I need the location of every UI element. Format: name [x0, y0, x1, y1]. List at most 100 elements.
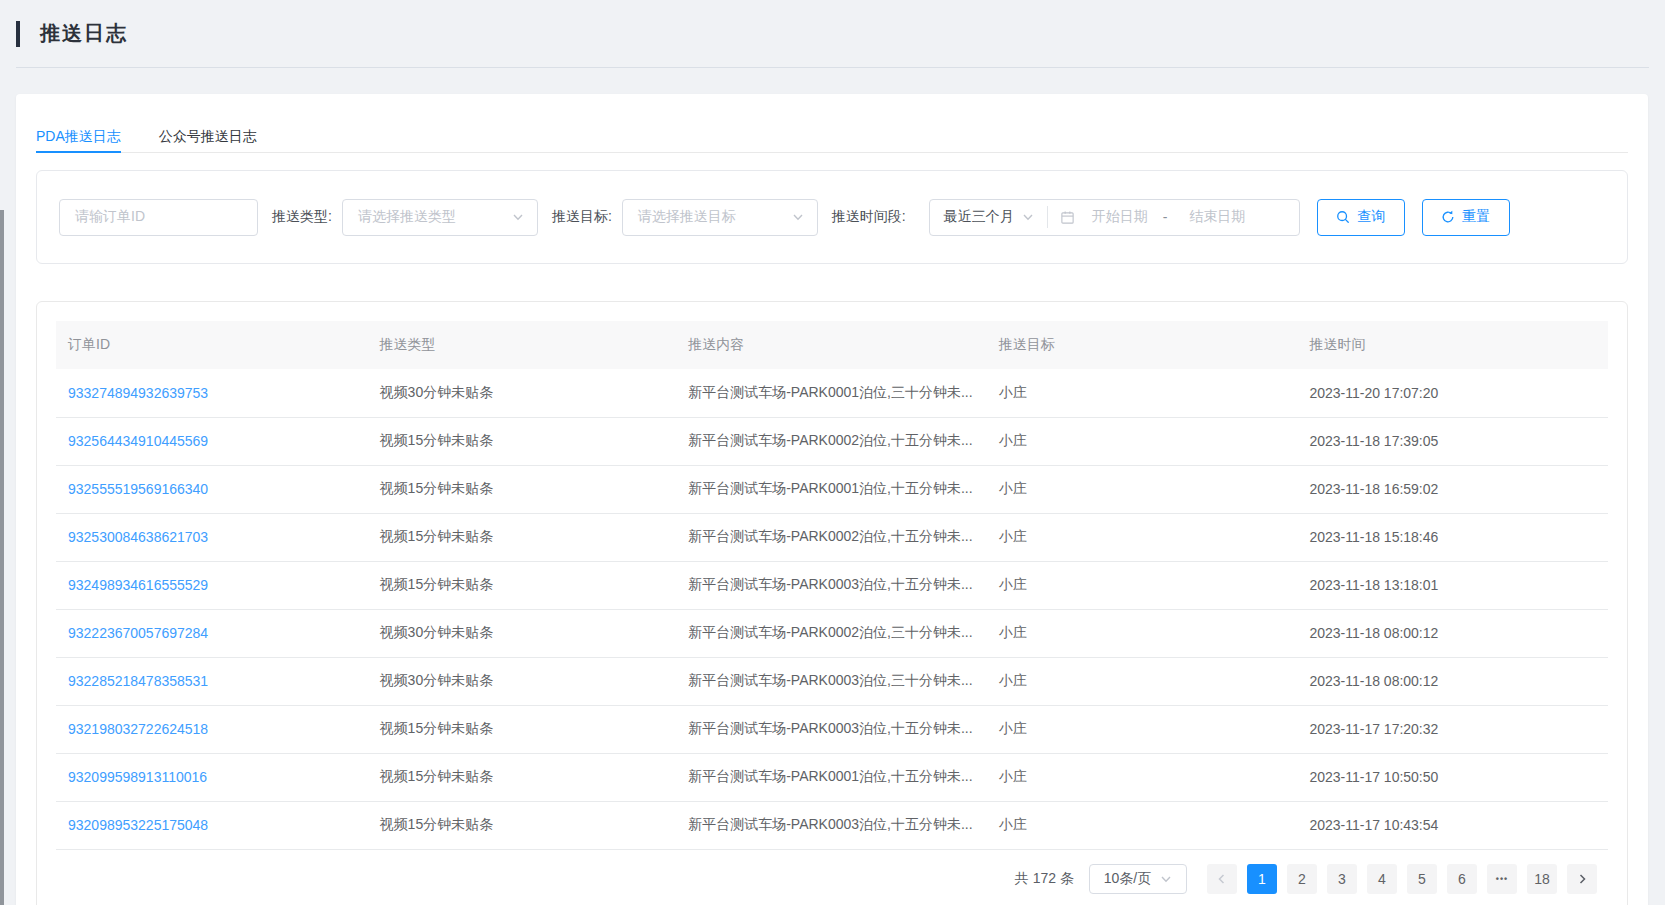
range-separator: -: [1163, 209, 1168, 225]
push-time-range-picker[interactable]: 最近三个月 开始日期 - 结束日期: [929, 199, 1300, 236]
cell-content: 新平台测试车场-PARK0002泊位,三十分钟未...: [676, 609, 987, 657]
page-size-select[interactable]: 10条/页: [1089, 864, 1187, 894]
cell-type: 视频15分钟未贴条: [368, 417, 677, 465]
order-id-link[interactable]: 932198032722624518: [56, 705, 368, 753]
table-row: 932198032722624518视频15分钟未贴条新平台测试车场-PARK0…: [56, 705, 1608, 753]
cell-type: 视频15分钟未贴条: [368, 465, 677, 513]
chevron-left-icon: [1216, 873, 1228, 885]
cell-target: 小庄: [987, 753, 1298, 801]
push-log-table: 订单ID推送类型推送内容推送目标推送时间 933274894932639753视…: [56, 321, 1608, 850]
table-row: 932099598913110016视频15分钟未贴条新平台测试车场-PARK0…: [56, 753, 1608, 801]
cell-time: 2023-11-18 08:00:12: [1297, 657, 1608, 705]
collapsed-sidebar-edge: [0, 210, 4, 905]
chevron-down-icon: [792, 211, 804, 223]
push-target-label: 推送目标:: [552, 208, 612, 226]
reset-button[interactable]: 重置: [1422, 199, 1510, 236]
cell-time: 2023-11-18 15:18:46: [1297, 513, 1608, 561]
push-time-range-label: 推送时间段:: [832, 208, 906, 226]
page-title: 推送日志: [40, 20, 128, 47]
end-date-placeholder[interactable]: 结束日期: [1189, 208, 1245, 226]
cell-target: 小庄: [987, 465, 1298, 513]
divider: [1047, 206, 1048, 228]
order-id-input[interactable]: 请输订单ID: [59, 199, 258, 236]
title-marker: [16, 21, 20, 47]
time-preset-value[interactable]: 最近三个月: [944, 208, 1014, 226]
filter-panel: 请输订单ID 推送类型: 请选择推送类型 推送目标: 请选择推送目标 推送时间段…: [36, 170, 1628, 264]
cell-target: 小庄: [987, 657, 1298, 705]
order-id-link[interactable]: 932098953225175048: [56, 801, 368, 849]
tab-bar: PDA推送日志 公众号推送日志: [36, 94, 1628, 153]
column-header: 推送目标: [987, 321, 1298, 369]
column-header: 推送类型: [368, 321, 677, 369]
table-row: 932098953225175048视频15分钟未贴条新平台测试车场-PARK0…: [56, 801, 1608, 849]
cell-target: 小庄: [987, 513, 1298, 561]
push-target-placeholder: 请选择推送目标: [638, 208, 736, 226]
chevron-right-icon: [1576, 873, 1588, 885]
cell-time: 2023-11-17 17:20:32: [1297, 705, 1608, 753]
page-button-1[interactable]: 1: [1247, 864, 1277, 894]
cell-content: 新平台测试车场-PARK0001泊位,三十分钟未...: [676, 369, 987, 417]
tab-pda-push-log[interactable]: PDA推送日志: [36, 127, 121, 153]
table-row: 932564434910445569视频15分钟未贴条新平台测试车场-PARK0…: [56, 417, 1608, 465]
order-id-link[interactable]: 932564434910445569: [56, 417, 368, 465]
cell-type: 视频15分钟未贴条: [368, 801, 677, 849]
cell-type: 视频15分钟未贴条: [368, 561, 677, 609]
page-button-2[interactable]: 2: [1287, 864, 1317, 894]
cell-type: 视频15分钟未贴条: [368, 513, 677, 561]
table-row: 932555519569166340视频15分钟未贴条新平台测试车场-PARK0…: [56, 465, 1608, 513]
order-id-link[interactable]: 932498934616555529: [56, 561, 368, 609]
order-id-link[interactable]: 932099598913110016: [56, 753, 368, 801]
order-id-link[interactable]: 933274894932639753: [56, 369, 368, 417]
cell-content: 新平台测试车场-PARK0002泊位,十五分钟未...: [676, 513, 987, 561]
chevron-down-icon: [1160, 873, 1172, 885]
order-id-link[interactable]: 932223670057697284: [56, 609, 368, 657]
cell-target: 小庄: [987, 369, 1298, 417]
page-size-value: 10条/页: [1104, 870, 1151, 888]
search-icon: [1336, 210, 1350, 224]
cell-target: 小庄: [987, 801, 1298, 849]
page-button-18[interactable]: 18: [1527, 864, 1557, 894]
cell-time: 2023-11-18 16:59:02: [1297, 465, 1608, 513]
cell-content: 新平台测试车场-PARK0002泊位,十五分钟未...: [676, 417, 987, 465]
order-id-link[interactable]: 932555519569166340: [56, 465, 368, 513]
cell-target: 小庄: [987, 609, 1298, 657]
page-ellipsis[interactable]: •••: [1487, 864, 1517, 894]
page-header: 推送日志: [16, 0, 1649, 68]
push-target-select[interactable]: 请选择推送目标: [622, 199, 818, 236]
table-container: 订单ID推送类型推送内容推送目标推送时间 933274894932639753视…: [36, 301, 1628, 905]
prev-page-button[interactable]: [1207, 864, 1237, 894]
total-count: 共 172 条: [1015, 870, 1074, 888]
reset-button-label: 重置: [1462, 208, 1490, 226]
table-header-row: 订单ID推送类型推送内容推送目标推送时间: [56, 321, 1608, 369]
column-header: 推送时间: [1297, 321, 1608, 369]
start-date-placeholder[interactable]: 开始日期: [1092, 208, 1148, 226]
tab-wechat-push-log[interactable]: 公众号推送日志: [159, 127, 257, 152]
cell-content: 新平台测试车场-PARK0003泊位,三十分钟未...: [676, 657, 987, 705]
cell-content: 新平台测试车场-PARK0003泊位,十五分钟未...: [676, 801, 987, 849]
page-button-6[interactable]: 6: [1447, 864, 1477, 894]
page-button-3[interactable]: 3: [1327, 864, 1357, 894]
cell-content: 新平台测试车场-PARK0001泊位,十五分钟未...: [676, 753, 987, 801]
cell-time: 2023-11-17 10:43:54: [1297, 801, 1608, 849]
order-id-link[interactable]: 932530084638621703: [56, 513, 368, 561]
table-row: 932530084638621703视频15分钟未贴条新平台测试车场-PARK0…: [56, 513, 1608, 561]
cell-time: 2023-11-18 08:00:12: [1297, 609, 1608, 657]
page-button-5[interactable]: 5: [1407, 864, 1437, 894]
cell-time: 2023-11-18 13:18:01: [1297, 561, 1608, 609]
page-button-4[interactable]: 4: [1367, 864, 1397, 894]
table-row: 932285218478358531视频30分钟未贴条新平台测试车场-PARK0…: [56, 657, 1608, 705]
cell-time: 2023-11-20 17:07:20: [1297, 369, 1608, 417]
cell-type: 视频30分钟未贴条: [368, 369, 677, 417]
push-type-label: 推送类型:: [272, 208, 332, 226]
cell-type: 视频30分钟未贴条: [368, 609, 677, 657]
column-header: 订单ID: [56, 321, 368, 369]
cell-target: 小庄: [987, 417, 1298, 465]
cell-target: 小庄: [987, 561, 1298, 609]
order-id-link[interactable]: 932285218478358531: [56, 657, 368, 705]
search-button[interactable]: 查询: [1317, 199, 1405, 236]
cell-content: 新平台测试车场-PARK0003泊位,十五分钟未...: [676, 561, 987, 609]
next-page-button[interactable]: [1567, 864, 1597, 894]
push-type-select[interactable]: 请选择推送类型: [342, 199, 538, 236]
pagination: 共 172 条 10条/页 123456 ••• 18: [56, 864, 1608, 894]
chevron-down-icon: [1022, 211, 1034, 223]
